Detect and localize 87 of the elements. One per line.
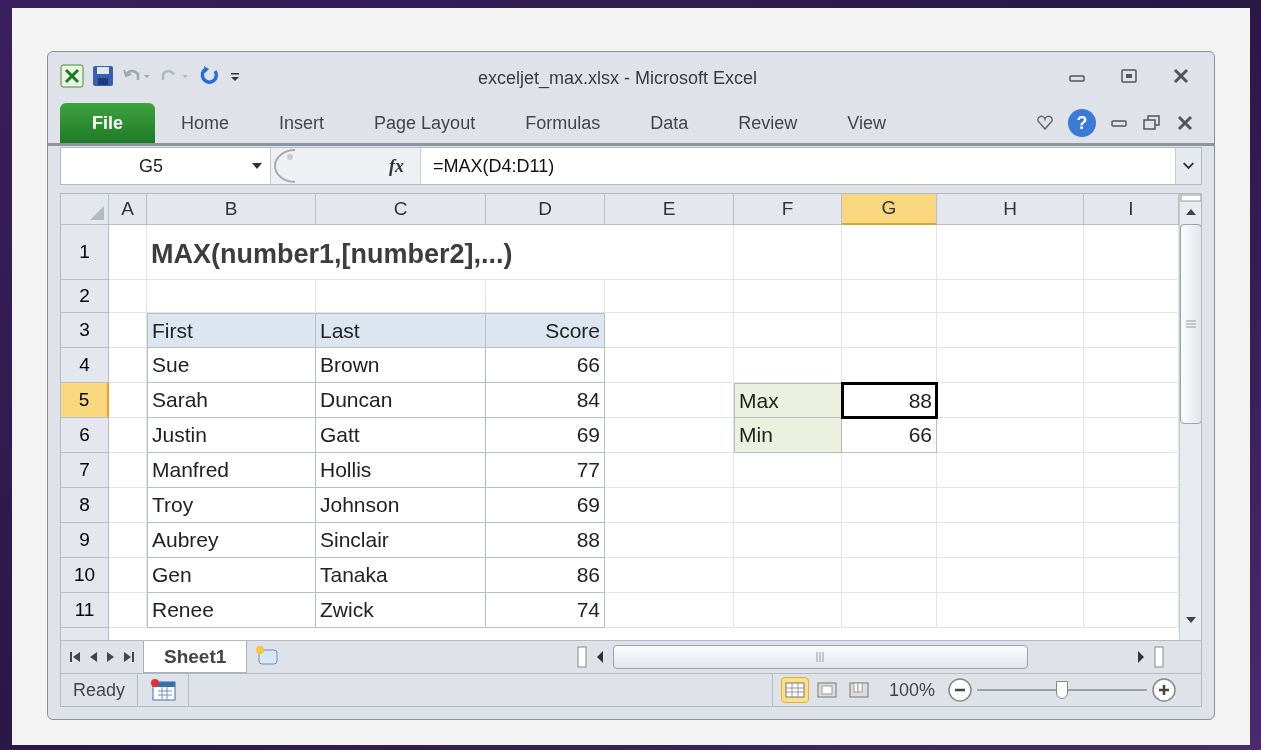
heart-icon[interactable] bbox=[1036, 115, 1054, 132]
triangle-icon bbox=[90, 205, 104, 220]
table-cell: Tanaka bbox=[316, 557, 486, 593]
record-macro-icon[interactable] bbox=[150, 679, 177, 702]
table-cell: Manfred bbox=[147, 452, 316, 488]
table-cell: Justin bbox=[147, 417, 316, 453]
table-cell: Zwick bbox=[316, 592, 486, 628]
horizontal-scroll-thumb[interactable] bbox=[613, 645, 1029, 670]
refresh-icon[interactable] bbox=[198, 64, 220, 87]
row-header[interactable]: 9 bbox=[61, 522, 109, 558]
ribbon-tab[interactable]: View bbox=[823, 103, 910, 144]
save-icon[interactable] bbox=[92, 64, 114, 87]
sheet-tab[interactable]: Sheet1 bbox=[143, 641, 248, 674]
table-cell: Troy bbox=[147, 487, 316, 523]
table-cell: 69 bbox=[486, 487, 605, 523]
first-sheet-icon[interactable] bbox=[69, 651, 81, 664]
summary-label: Min bbox=[734, 417, 842, 453]
ribbon-tab[interactable]: Review bbox=[714, 103, 822, 144]
ribbon-tab[interactable]: Page Layout bbox=[350, 103, 500, 144]
column-header[interactable]: F bbox=[734, 194, 842, 225]
maximize-icon[interactable] bbox=[1120, 66, 1138, 85]
column-header[interactable]: I bbox=[1084, 194, 1179, 225]
row-header[interactable]: 4 bbox=[61, 347, 109, 383]
table-cell: Hollis bbox=[316, 452, 486, 488]
table-cell: 69 bbox=[486, 417, 605, 453]
row-header[interactable]: 1 bbox=[61, 224, 109, 280]
scroll-right-icon[interactable] bbox=[1136, 650, 1147, 665]
split-handle-icon[interactable] bbox=[1180, 194, 1201, 203]
column-header[interactable]: D bbox=[486, 194, 605, 225]
spreadsheet-logo-icon[interactable] bbox=[60, 63, 84, 88]
table-cell: 88 bbox=[486, 522, 605, 558]
scroll-left-icon[interactable] bbox=[595, 650, 606, 665]
table-cell: 66 bbox=[486, 347, 605, 383]
column-heading: First bbox=[147, 312, 316, 348]
summary-value: 66 bbox=[842, 417, 937, 453]
table-cell: 77 bbox=[486, 452, 605, 488]
row-header[interactable]: 10 bbox=[61, 557, 109, 593]
table-cell: Johnson bbox=[316, 487, 486, 523]
row-header[interactable]: 2 bbox=[61, 279, 109, 313]
table-cell: 86 bbox=[486, 557, 605, 593]
zoom-level[interactable]: 100% bbox=[888, 676, 935, 704]
row-header[interactable]: 6 bbox=[61, 417, 109, 453]
table-cell: 84 bbox=[486, 382, 605, 418]
row-header[interactable]: 11 bbox=[61, 592, 109, 628]
column-header[interactable]: B bbox=[147, 194, 316, 225]
ribbon-tab[interactable]: Formulas bbox=[501, 103, 625, 144]
column-header[interactable]: H bbox=[937, 194, 1084, 225]
table-cell: Gatt bbox=[316, 417, 486, 453]
column-heading: Last bbox=[316, 312, 486, 348]
summary-value: 88 bbox=[842, 382, 937, 418]
vertical-scrollbar[interactable] bbox=[1179, 194, 1201, 641]
scroll-thumb[interactable] bbox=[1180, 224, 1201, 425]
summary-label: Max bbox=[734, 382, 842, 418]
help-button[interactable]: ? bbox=[1068, 109, 1096, 138]
zoom-out-icon[interactable] bbox=[947, 677, 973, 704]
column-header[interactable]: E bbox=[605, 194, 734, 225]
ribbon-tab[interactable]: Data bbox=[626, 103, 713, 144]
restore-icon[interactable] bbox=[1142, 114, 1162, 133]
split-handle-icon[interactable] bbox=[1154, 646, 1165, 669]
table-cell: Sue bbox=[147, 347, 316, 383]
column-heading: Score bbox=[486, 312, 605, 348]
table-cell: 74 bbox=[486, 592, 605, 628]
normal-view-icon[interactable] bbox=[780, 677, 809, 704]
row-header[interactable]: 5 bbox=[61, 382, 109, 418]
table-cell: Gen bbox=[147, 557, 316, 593]
status-text: Ready bbox=[61, 674, 139, 706]
close-icon[interactable] bbox=[1176, 114, 1194, 133]
zoom-in-icon[interactable] bbox=[1151, 677, 1177, 704]
table-cell: Brown bbox=[316, 347, 486, 383]
table-cell: Aubrey bbox=[147, 522, 316, 558]
column-header[interactable]: C bbox=[316, 194, 486, 225]
last-sheet-icon[interactable] bbox=[123, 651, 135, 664]
row-header[interactable]: 3 bbox=[61, 312, 109, 348]
column-header[interactable]: G bbox=[842, 194, 937, 225]
row-header[interactable]: 8 bbox=[61, 487, 109, 523]
close-icon[interactable] bbox=[1172, 66, 1190, 85]
column-header[interactable]: A bbox=[109, 194, 147, 225]
row-header[interactable]: 7 bbox=[61, 452, 109, 488]
zoom-slider-thumb[interactable] bbox=[1056, 681, 1068, 700]
window-title: exceljet_max.xlsx - Microsoft Excel bbox=[478, 67, 758, 91]
table-cell: Sinclair bbox=[316, 522, 486, 558]
ribbon-tab[interactable]: Insert bbox=[255, 103, 349, 144]
table-cell: Duncan bbox=[316, 382, 486, 418]
table-cell: Renee bbox=[147, 592, 316, 628]
table-cell: Sarah bbox=[147, 382, 316, 418]
ribbon-tab[interactable]: Home bbox=[157, 103, 254, 144]
split-handle-icon[interactable] bbox=[577, 646, 588, 669]
